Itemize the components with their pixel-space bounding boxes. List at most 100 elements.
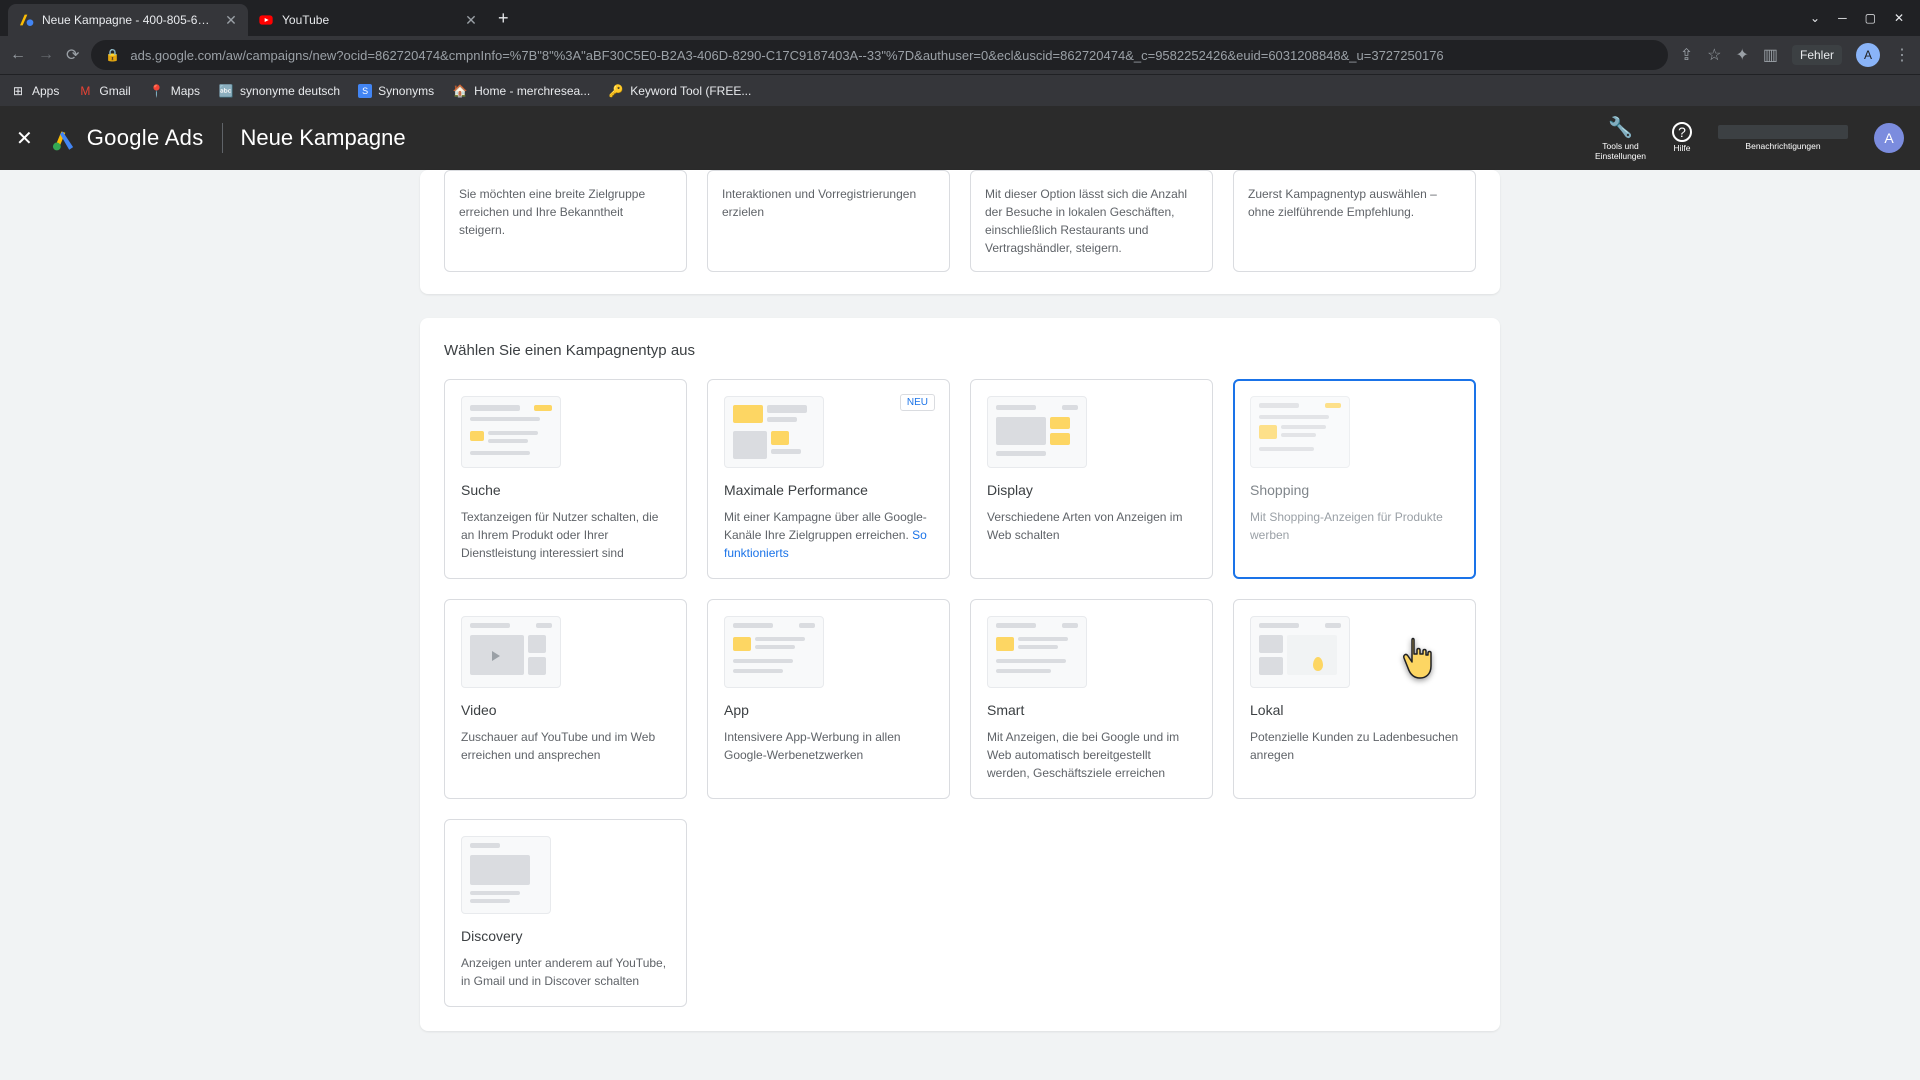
- youtube-favicon: [258, 12, 274, 28]
- help-button[interactable]: ? Hilfe: [1672, 122, 1692, 153]
- type-name: Video: [461, 702, 670, 718]
- type-desc: Textanzeigen für Nutzer schalten, die an…: [461, 508, 670, 562]
- lock-icon: 🔒: [105, 48, 120, 62]
- campaign-type-maximale-performance[interactable]: NEU Maximale Performance Mit einer Kampa…: [707, 379, 950, 579]
- tab-title: YouTube: [282, 13, 456, 27]
- apps-icon: ⊞: [10, 83, 26, 99]
- type-desc: Intensivere App-Werbung in allen Google-…: [724, 728, 933, 764]
- thumb-performance-icon: [724, 396, 824, 468]
- browser-tab[interactable]: YouTube ✕: [248, 4, 488, 36]
- campaign-type-display[interactable]: Display Verschiedene Arten von Anzeigen …: [970, 379, 1213, 579]
- share-icon[interactable]: ⇪: [1680, 45, 1693, 65]
- maximize-icon[interactable]: ▢: [1865, 11, 1876, 25]
- goal-tile-interactions[interactable]: Interaktionen und Vorregistrierungen erz…: [707, 170, 950, 272]
- ads-favicon: [18, 12, 34, 28]
- thumb-shopping-icon: [1250, 396, 1350, 468]
- close-window-icon[interactable]: ✕: [1894, 11, 1904, 25]
- campaign-type-video[interactable]: Video Zuschauer auf YouTube und im Web e…: [444, 599, 687, 799]
- type-desc: Potenzielle Kunden zu Ladenbesuchen anre…: [1250, 728, 1459, 764]
- tab-bar: Neue Kampagne - 400-805-6921 ✕ YouTube ✕…: [0, 0, 1920, 36]
- notif-placeholder: [1718, 125, 1848, 139]
- new-tab-button[interactable]: +: [488, 8, 519, 29]
- page-title: Neue Kampagne: [241, 125, 406, 151]
- ads-logo-icon: [51, 125, 77, 151]
- campaign-type-lokal[interactable]: Lokal Potenzielle Kunden zu Ladenbesuche…: [1233, 599, 1476, 799]
- back-icon[interactable]: ←: [10, 46, 26, 64]
- bookmark-bar: ⊞Apps MGmail 📍Maps 🔤synonyme deutsch SSy…: [0, 74, 1920, 106]
- tab-close-icon[interactable]: ✕: [464, 13, 478, 27]
- content-area: Sie möchten eine breite Zielgruppe errei…: [0, 170, 1920, 1031]
- campaign-type-smart[interactable]: Smart Mit Anzeigen, die bei Google und i…: [970, 599, 1213, 799]
- type-name: Discovery: [461, 928, 670, 944]
- bookmark-synonyms[interactable]: SSynonyms: [358, 84, 434, 98]
- tools-settings-button[interactable]: 🔧 Tools und Einstellungen: [1595, 115, 1646, 161]
- help-icon: ?: [1672, 122, 1692, 142]
- reload-icon[interactable]: ⟳: [66, 45, 79, 65]
- window-controls: ⌄ ─ ▢ ✕: [1810, 11, 1912, 25]
- goals-card: Sie möchten eine breite Zielgruppe errei…: [420, 170, 1500, 294]
- close-campaign-icon[interactable]: ✕: [16, 126, 33, 151]
- campaign-type-grid: Suche Textanzeigen für Nutzer schalten, …: [444, 379, 1476, 1007]
- tool-label: Tools und Einstellungen: [1595, 142, 1646, 161]
- type-name: Suche: [461, 482, 670, 498]
- logo-text: Google Ads: [87, 125, 204, 151]
- section-title: Wählen Sie einen Kampagnentyp aus: [444, 342, 1476, 359]
- app-header: ✕ Google Ads Neue Kampagne 🔧 Tools und E…: [0, 106, 1920, 170]
- type-desc: Verschiedene Arten von Anzeigen im Web s…: [987, 508, 1196, 544]
- tool-label: Hilfe: [1673, 144, 1690, 153]
- browser-chrome: Neue Kampagne - 400-805-6921 ✕ YouTube ✕…: [0, 0, 1920, 106]
- tab-close-icon[interactable]: ✕: [224, 13, 238, 27]
- home-icon: 🏠: [452, 83, 468, 99]
- menu-icon[interactable]: ⋮: [1894, 45, 1910, 65]
- tab-title: Neue Kampagne - 400-805-6921: [42, 13, 216, 27]
- bookmark-apps[interactable]: ⊞Apps: [10, 83, 59, 99]
- bookmark-keyword[interactable]: 🔑Keyword Tool (FREE...: [608, 83, 751, 99]
- type-name: Shopping: [1250, 482, 1459, 498]
- minimize-icon[interactable]: ─: [1838, 11, 1847, 25]
- thumb-video-icon: [461, 616, 561, 688]
- type-name: Lokal: [1250, 702, 1459, 718]
- thumb-lokal-icon: [1250, 616, 1350, 688]
- thumb-display-icon: [987, 396, 1087, 468]
- thumb-discovery-icon: [461, 836, 551, 914]
- neu-badge: NEU: [900, 394, 935, 411]
- bookmark-gmail[interactable]: MGmail: [77, 83, 130, 99]
- bookmark-synonyme[interactable]: 🔤synonyme deutsch: [218, 83, 340, 99]
- url-text: ads.google.com/aw/campaigns/new?ocid=862…: [130, 48, 1653, 63]
- nav-right: ⇪ ☆ ✦ ▥ Fehler A ⋮: [1680, 43, 1910, 67]
- maps-icon: 📍: [149, 83, 165, 99]
- url-bar[interactable]: 🔒 ads.google.com/aw/campaigns/new?ocid=8…: [91, 40, 1667, 70]
- type-name: Display: [987, 482, 1196, 498]
- browser-tab-active[interactable]: Neue Kampagne - 400-805-6921 ✕: [8, 4, 248, 36]
- nav-bar: ← → ⟳ 🔒 ads.google.com/aw/campaigns/new?…: [0, 36, 1920, 74]
- campaign-type-app[interactable]: App Intensivere App-Werbung in allen Goo…: [707, 599, 950, 799]
- goal-tile-no-goal[interactable]: Zuerst Kampagnentyp auswählen – ohne zie…: [1233, 170, 1476, 272]
- campaign-type-suche[interactable]: Suche Textanzeigen für Nutzer schalten, …: [444, 379, 687, 579]
- profile-avatar[interactable]: A: [1856, 43, 1880, 67]
- type-name: Smart: [987, 702, 1196, 718]
- campaign-type-shopping[interactable]: Shopping Mit Shopping-Anzeigen für Produ…: [1233, 379, 1476, 579]
- wrench-icon: 🔧: [1608, 115, 1633, 140]
- type-desc: Anzeigen unter anderem auf YouTube, in G…: [461, 954, 670, 990]
- account-avatar[interactable]: A: [1874, 123, 1904, 153]
- page-icon: S: [358, 84, 372, 98]
- extensions-icon[interactable]: ✦: [1735, 45, 1748, 65]
- type-desc: Mit einer Kampagne über alle Google-Kanä…: [724, 508, 933, 562]
- bookmark-star-icon[interactable]: ☆: [1707, 45, 1721, 65]
- type-desc: Mit Shopping-Anzeigen für Produkte werbe…: [1250, 508, 1459, 544]
- google-ads-logo[interactable]: Google Ads: [51, 125, 204, 151]
- page-icon: 🔤: [218, 83, 234, 99]
- bookmark-merch[interactable]: 🏠Home - merchresea...: [452, 83, 590, 99]
- error-chip[interactable]: Fehler: [1792, 45, 1842, 65]
- chevron-down-icon[interactable]: ⌄: [1810, 11, 1820, 25]
- sidepanel-icon[interactable]: ▥: [1763, 45, 1778, 65]
- thumb-app-icon: [724, 616, 824, 688]
- goal-tile-reach[interactable]: Sie möchten eine breite Zielgruppe errei…: [444, 170, 687, 272]
- notif-label: Benachrichtigungen: [1745, 141, 1820, 151]
- bookmark-maps[interactable]: 📍Maps: [149, 83, 200, 99]
- goal-tile-local-visits[interactable]: Mit dieser Option lässt sich die Anzahl …: [970, 170, 1213, 272]
- notifications-button[interactable]: Benachrichtigungen: [1718, 125, 1848, 151]
- divider: [222, 123, 223, 153]
- campaign-type-discovery[interactable]: Discovery Anzeigen unter anderem auf You…: [444, 819, 687, 1007]
- forward-icon[interactable]: →: [38, 46, 54, 64]
